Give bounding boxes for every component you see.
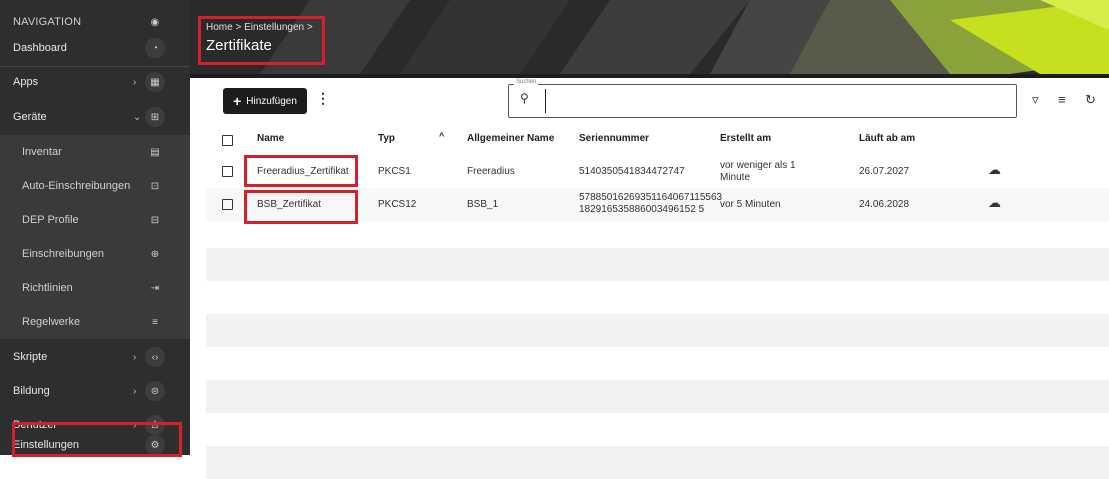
cell-created-line2: Minute: [720, 172, 751, 183]
empty-row: [206, 314, 1109, 347]
chevron-right-icon: ›: [133, 385, 137, 397]
row-checkbox[interactable]: [222, 166, 233, 177]
sidebar-item-richtlinien[interactable]: Richtlinien ⇥: [0, 271, 190, 305]
search-icon: ⚲: [520, 91, 529, 105]
refresh-icon[interactable]: ↻: [1085, 92, 1096, 108]
more-options-icon[interactable]: ⋮: [316, 90, 330, 107]
cell-expires: 26.07.2027: [859, 166, 910, 177]
sidebar-item-label: Skripte: [13, 351, 48, 363]
cell-serial: 5140350541834472747: [579, 166, 685, 177]
enrollment-icon: ⊕: [150, 248, 160, 260]
cell-serial-line1: 57885016269351164067115563: [579, 192, 723, 203]
sidebar-item-label: Geräte: [13, 111, 47, 123]
sidebar-item-skripte[interactable]: Skripte › ‹›: [0, 340, 190, 374]
sort-asc-icon[interactable]: ^: [439, 131, 444, 141]
highlight-name-bsb: [244, 190, 358, 224]
gauge-icon: ◔: [145, 38, 165, 58]
download-cloud-icon[interactable]: ☁: [988, 195, 1001, 211]
sidebar-item-label: Dashboard: [13, 42, 67, 54]
page-title: Zertifikate: [206, 37, 272, 54]
plus-icon: +: [233, 93, 242, 109]
column-header-serial[interactable]: Seriennummer: [579, 133, 649, 144]
cell-created: vor 5 Minuten: [720, 199, 781, 210]
add-button-label: Hinzufügen: [246, 95, 297, 107]
devices-icon: ⊞: [145, 107, 165, 127]
sidebar-item-label: Einschreibungen: [22, 248, 104, 260]
empty-row: [206, 380, 1109, 413]
select-all-checkbox[interactable]: [222, 135, 233, 146]
chevron-down-icon: ⌄: [133, 111, 142, 123]
column-header-created[interactable]: Erstellt am: [720, 133, 771, 144]
sidebar-item-label: Bildung: [13, 385, 50, 397]
sidebar: NAVIGATION ◉ Dashboard ◔ Apps › ▦ Geräte…: [0, 0, 190, 455]
auto-enroll-icon: ⊡: [150, 180, 160, 192]
sidebar-item-geraete[interactable]: Geräte ⌄ ⊞: [0, 100, 190, 134]
download-cloud-icon[interactable]: ☁: [988, 162, 1001, 178]
highlight-name-freeradius: [244, 155, 358, 187]
grid-icon: ▦: [145, 72, 165, 92]
code-icon: ‹›: [145, 347, 165, 367]
add-button[interactable]: + Hinzufügen: [223, 88, 307, 114]
banner-bottom-strip: [190, 74, 1109, 78]
sidebar-header-label: NAVIGATION: [13, 16, 82, 28]
sidebar-item-einschreibungen[interactable]: Einschreibungen ⊕: [0, 237, 190, 271]
sidebar-item-label: Richtlinien: [22, 282, 73, 294]
column-header-name[interactable]: Name: [257, 133, 284, 144]
sidebar-item-apps[interactable]: Apps › ▦: [0, 65, 190, 99]
banner-graphic: [260, 0, 1109, 74]
search-legend: Suchen: [514, 79, 539, 85]
cell-typ: PKCS12: [378, 199, 417, 210]
list-view-icon[interactable]: ≡: [1058, 92, 1066, 107]
sidebar-item-dep-profile[interactable]: DEP Profile ⊟: [0, 203, 190, 237]
pin-icon[interactable]: ◉: [145, 12, 165, 32]
header-banner: [190, 0, 1109, 74]
cell-serial-line2: 182916535886003496152 5: [579, 204, 705, 215]
column-header-expires[interactable]: Läuft ab am: [859, 133, 915, 144]
sidebar-item-label: Inventar: [22, 146, 62, 158]
breadcrumb[interactable]: Home > Einstellungen >: [206, 22, 313, 33]
dep-profile-icon: ⊟: [150, 214, 160, 226]
chevron-right-icon: ›: [133, 351, 137, 363]
inventory-icon: ▤: [150, 146, 160, 158]
ruleset-icon: ≡: [152, 316, 158, 328]
policy-icon: ⇥: [150, 282, 160, 294]
search-input[interactable]: [545, 89, 1012, 113]
empty-row: [206, 446, 1109, 479]
filter-icon[interactable]: ▿: [1032, 92, 1039, 108]
sidebar-item-label: Apps: [13, 76, 39, 88]
cell-typ: PKCS1: [378, 166, 411, 177]
sidebar-item-label: Auto-Einschreibungen: [22, 180, 131, 192]
cell-common-name: BSB_1: [467, 199, 499, 210]
sidebar-item-bildung[interactable]: Bildung › ⊜: [0, 374, 190, 408]
cell-created-line1: vor weniger als 1: [720, 160, 796, 171]
sidebar-item-regelwerke[interactable]: Regelwerke ≡: [0, 305, 190, 339]
table-header: Name Typ ^ Allgemeiner Name Seriennummer…: [206, 125, 1109, 153]
cell-common-name: Freeradius: [467, 166, 515, 177]
sidebar-item-label: DEP Profile: [22, 214, 79, 226]
row-checkbox[interactable]: [222, 199, 233, 210]
chevron-right-icon: ›: [133, 76, 137, 88]
sidebar-item-dashboard[interactable]: Dashboard ◔: [0, 31, 190, 65]
sidebar-item-inventar[interactable]: Inventar ▤: [0, 135, 190, 169]
column-header-common-name[interactable]: Allgemeiner Name: [467, 133, 554, 144]
cell-expires: 24.06.2028: [859, 199, 910, 210]
highlight-einstellungen: [12, 422, 182, 457]
education-icon: ⊜: [145, 381, 165, 401]
column-header-typ[interactable]: Typ: [378, 133, 395, 144]
empty-row: [206, 248, 1109, 281]
sidebar-item-label: Regelwerke: [22, 316, 81, 328]
sidebar-item-auto-einschreibungen[interactable]: Auto-Einschreibungen ⊡: [0, 169, 190, 203]
